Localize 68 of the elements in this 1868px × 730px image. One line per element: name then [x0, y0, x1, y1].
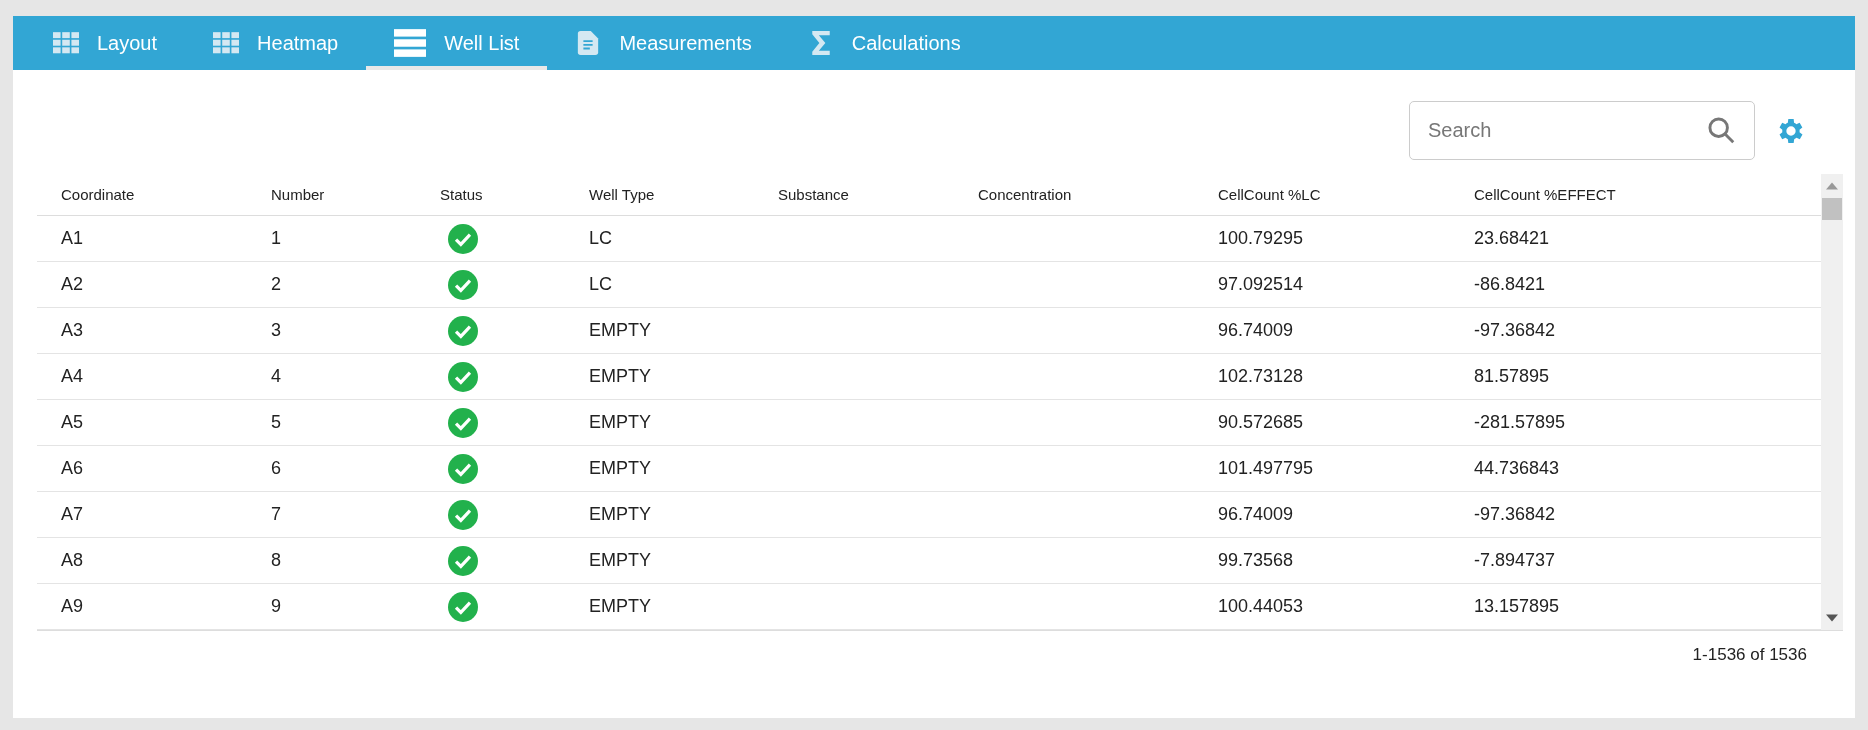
search-field[interactable]: Search	[1409, 101, 1755, 160]
table-cell: 96.74009	[1218, 320, 1294, 341]
table-cell: EMPTY	[589, 320, 651, 341]
table-cell: 90.572685	[1218, 412, 1304, 433]
table-cell: 100.79295	[1218, 228, 1304, 249]
table-cell: 81.57895	[1474, 366, 1550, 387]
table-cell: A5	[61, 412, 84, 433]
table-cell: EMPTY	[589, 366, 651, 387]
table-cell: 96.74009	[1218, 504, 1294, 525]
table-cell: -7.894737	[1474, 550, 1556, 571]
table-cell: LC	[589, 228, 612, 249]
column-header: Status	[439, 186, 484, 203]
list-icon	[394, 29, 427, 57]
table-cell: 5	[271, 412, 281, 433]
table-cell: -97.36842	[1474, 504, 1556, 525]
column-header: Well Type	[588, 186, 656, 203]
table-cell: 6	[271, 458, 281, 479]
column-header: CellCount %EFFECT	[1473, 186, 1617, 203]
table-cell: LC	[589, 274, 612, 295]
column-header: Concentration	[977, 186, 1073, 203]
search-icon	[1707, 116, 1735, 144]
table-cell: 7	[271, 504, 281, 525]
table-cell: A2	[61, 274, 84, 295]
column-header: Coordinate	[60, 186, 136, 203]
table-cell: 44.736843	[1474, 458, 1560, 479]
grid-icon	[213, 31, 240, 55]
table-cell: 97.092514	[1218, 274, 1304, 295]
table-cell: EMPTY	[589, 596, 651, 617]
table-cell: 8	[271, 550, 281, 571]
tab[interactable]: Heatmap	[185, 16, 367, 70]
column-header: Number	[270, 186, 326, 203]
table-cell: 23.68421	[1474, 228, 1550, 249]
table-cell: EMPTY	[589, 550, 651, 571]
table-cell: 13.157895	[1474, 596, 1560, 617]
table-cell: A4	[61, 366, 84, 387]
table-cell: -86.8421	[1474, 274, 1546, 295]
tab[interactable]: Well List	[366, 16, 548, 70]
tab[interactable]: Layout	[25, 16, 186, 70]
pagination-text: 1-1536 of 1536	[1692, 645, 1807, 665]
table-cell: -97.36842	[1474, 320, 1556, 341]
table-cell: 3	[271, 320, 281, 341]
grid-icon	[53, 31, 79, 55]
table-cell: A6	[61, 458, 84, 479]
table-cell: 2	[271, 274, 281, 295]
table-cell: 1	[271, 228, 281, 249]
column-header: Substance	[777, 186, 850, 203]
tab[interactable]: Measurements	[547, 16, 780, 70]
table-cell: 9	[271, 596, 281, 617]
scroll-thumb[interactable]	[1822, 198, 1842, 220]
table-cell: 99.73568	[1218, 550, 1294, 571]
tab[interactable]: Calculations	[779, 16, 989, 70]
table-cell: -281.57895	[1474, 412, 1566, 433]
table-cell: 100.44053	[1218, 596, 1304, 617]
table-cell: EMPTY	[589, 504, 651, 525]
table-cell: 101.497795	[1218, 458, 1314, 479]
table-cell: 102.73128	[1218, 366, 1304, 387]
scroll-down-icon[interactable]	[1826, 614, 1838, 622]
table-cell: A9	[61, 596, 84, 617]
column-header: CellCount %LC	[1217, 186, 1322, 203]
table-cell: 4	[271, 366, 281, 387]
table-cell: A3	[61, 320, 84, 341]
table-cell: EMPTY	[589, 458, 651, 479]
scroll-up-icon[interactable]	[1826, 182, 1838, 190]
table-cell: A1	[61, 228, 84, 249]
table-cell: A7	[61, 504, 84, 525]
scrollbar[interactable]	[1821, 174, 1843, 630]
table-cell: A8	[61, 550, 84, 571]
table-cell: EMPTY	[589, 412, 651, 433]
